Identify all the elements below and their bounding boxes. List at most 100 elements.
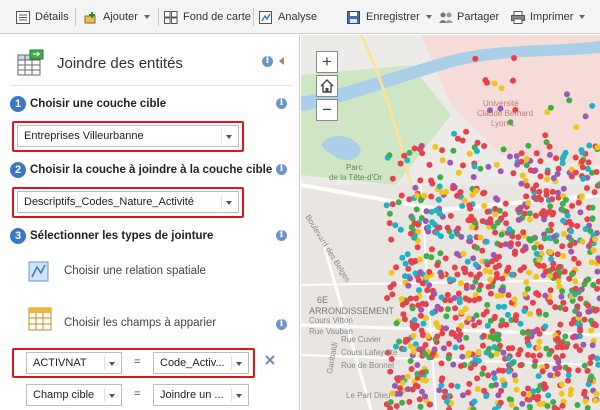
map-point[interactable] (405, 282, 412, 289)
map-point[interactable] (452, 344, 459, 351)
map-point[interactable] (545, 227, 552, 234)
map-point[interactable] (485, 372, 492, 379)
map-point[interactable] (519, 172, 526, 179)
map-point[interactable] (452, 305, 459, 312)
map-point[interactable] (581, 362, 588, 369)
map-point[interactable] (587, 360, 594, 366)
map-point[interactable] (484, 261, 491, 268)
map-point[interactable] (518, 150, 525, 157)
map-point[interactable] (412, 184, 419, 191)
remove-row-icon[interactable] (264, 354, 276, 369)
map-point[interactable] (452, 314, 459, 321)
map-point[interactable] (491, 80, 498, 87)
map-point[interactable] (429, 219, 436, 226)
map-point[interactable] (393, 403, 400, 410)
map-point[interactable] (485, 283, 492, 290)
map-point[interactable] (438, 294, 445, 301)
map-point[interactable] (498, 387, 505, 394)
map-point[interactable] (544, 176, 550, 183)
map-point[interactable] (535, 194, 542, 201)
map-point[interactable] (500, 367, 507, 374)
map-point[interactable] (564, 212, 571, 219)
map-point[interactable] (511, 372, 518, 379)
map-point[interactable] (584, 216, 591, 223)
map-point[interactable] (526, 216, 533, 223)
map-point[interactable] (389, 291, 396, 298)
map-point[interactable] (446, 340, 453, 347)
map-point[interactable] (553, 155, 560, 162)
map-point[interactable] (536, 330, 543, 337)
map-point[interactable] (397, 226, 404, 233)
map-point[interactable] (520, 390, 527, 397)
map-point[interactable] (476, 271, 483, 278)
map-point[interactable] (400, 311, 407, 318)
map-point[interactable] (488, 382, 495, 389)
map-point[interactable] (472, 278, 479, 285)
target-layer-select[interactable]: Entreprises Villeurbanne (17, 125, 239, 147)
map-point[interactable] (499, 377, 506, 384)
map-point[interactable] (559, 288, 566, 295)
map-point[interactable] (456, 299, 463, 306)
map-point[interactable] (542, 311, 549, 318)
map-point[interactable] (472, 261, 479, 268)
map-point[interactable] (575, 199, 582, 206)
map-point[interactable] (588, 259, 595, 266)
map-point[interactable] (584, 185, 590, 192)
map-point[interactable] (399, 380, 406, 386)
map-point[interactable] (512, 313, 519, 320)
map-point[interactable] (414, 244, 421, 251)
map-point[interactable] (506, 153, 513, 160)
map-point[interactable] (517, 362, 524, 369)
map-point[interactable] (529, 299, 536, 306)
map-point[interactable] (501, 382, 508, 389)
map-point[interactable] (423, 315, 429, 322)
map-point[interactable] (461, 197, 468, 204)
map-point[interactable] (465, 389, 472, 396)
map-point[interactable] (484, 322, 491, 329)
home-button[interactable] (316, 75, 338, 97)
map-point[interactable] (585, 159, 592, 166)
basemap-button[interactable]: Fond de carte (164, 9, 251, 25)
map-point[interactable] (581, 281, 588, 288)
map-view[interactable]: Université Claude Bernard Lyon 1 Parc de… (301, 35, 600, 410)
map-point[interactable] (502, 200, 509, 207)
map-point[interactable] (541, 381, 548, 388)
map-point[interactable] (525, 142, 532, 149)
map-point[interactable] (588, 354, 594, 361)
map-point[interactable] (590, 247, 597, 254)
map-point[interactable] (575, 260, 582, 267)
map-point[interactable] (393, 320, 400, 327)
map-point[interactable] (511, 296, 518, 303)
map-point[interactable] (572, 291, 579, 298)
map-point[interactable] (580, 175, 586, 182)
map-point[interactable] (505, 292, 512, 299)
map-point[interactable] (455, 169, 462, 176)
map-point[interactable] (578, 158, 585, 165)
map-point[interactable] (536, 352, 543, 359)
map-point[interactable] (559, 402, 566, 409)
map-point[interactable] (451, 295, 458, 301)
map-point[interactable] (510, 170, 517, 177)
map-point[interactable] (463, 334, 470, 341)
map-point[interactable] (501, 303, 508, 310)
map-point[interactable] (537, 244, 544, 251)
map-point[interactable] (453, 250, 460, 257)
map-point[interactable] (442, 255, 449, 262)
map-point[interactable] (518, 180, 525, 187)
map-point[interactable] (389, 201, 396, 208)
info-icon[interactable]: i (276, 98, 287, 109)
map-point[interactable] (592, 236, 598, 243)
map-point[interactable] (586, 142, 593, 149)
map-point[interactable] (419, 280, 426, 287)
map-point[interactable] (577, 295, 584, 302)
map-point[interactable] (539, 368, 546, 375)
map-point[interactable] (429, 180, 436, 187)
map-point[interactable] (569, 202, 576, 209)
map-point[interactable] (437, 250, 444, 257)
map-point[interactable] (415, 221, 421, 228)
map-point[interactable] (411, 317, 418, 323)
map-point[interactable] (481, 387, 488, 394)
map-point[interactable] (447, 212, 454, 219)
map-point[interactable] (398, 296, 405, 303)
map-point[interactable] (410, 348, 417, 355)
